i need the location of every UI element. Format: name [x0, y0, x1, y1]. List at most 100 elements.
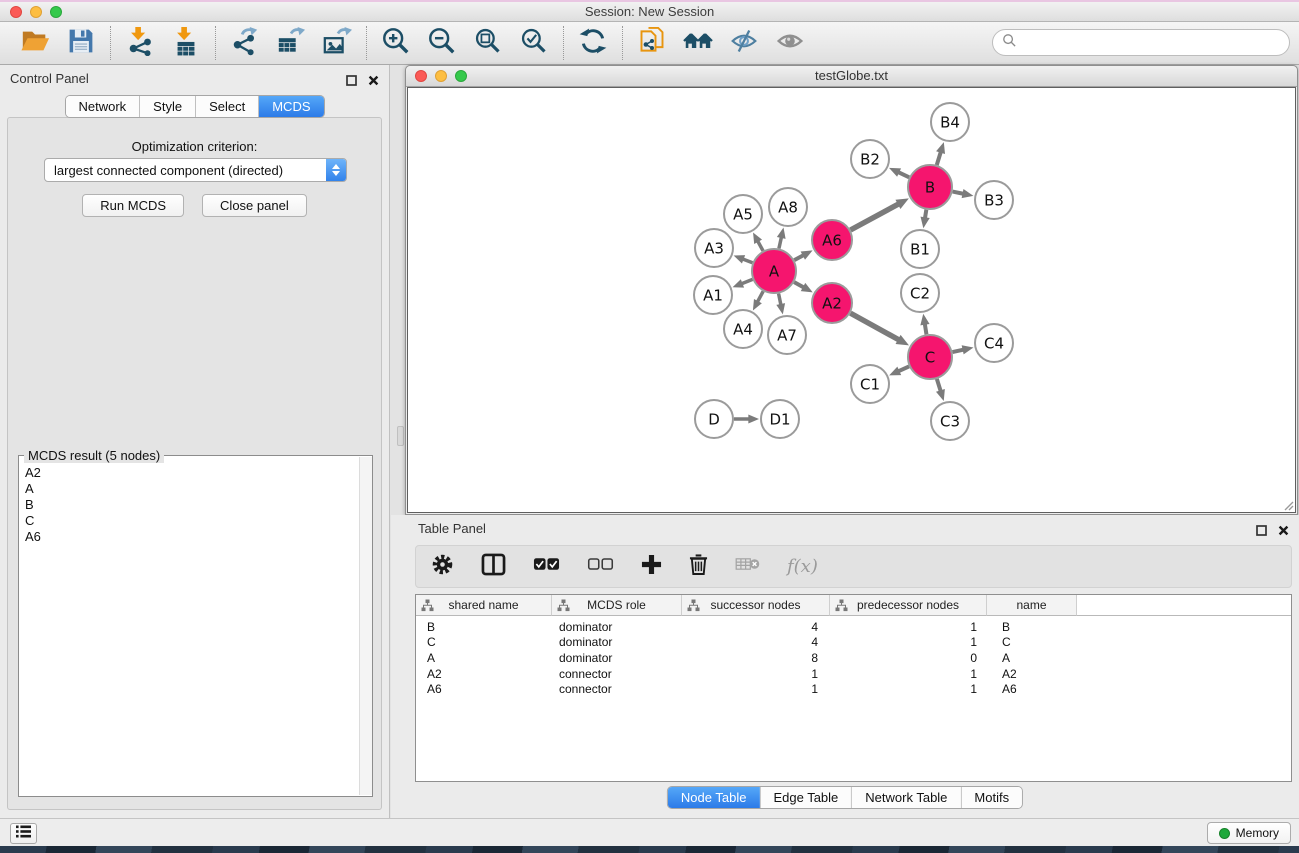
- table-row[interactable]: A2connector11A2: [416, 666, 1291, 682]
- result-item[interactable]: B: [25, 497, 372, 513]
- network-window-titlebar[interactable]: testGlobe.txt: [406, 66, 1297, 87]
- column-header-mcds-role[interactable]: MCDS role: [552, 595, 682, 616]
- result-item[interactable]: C: [25, 513, 372, 529]
- table-toolbar: f(x): [415, 545, 1292, 588]
- delete-table-button[interactable]: [735, 556, 760, 577]
- graph-arrowhead-icon: [734, 255, 746, 263]
- zoom-in-button[interactable]: [380, 27, 412, 59]
- selected-criterion: largest connected component (directed): [45, 163, 326, 178]
- zoom-fit-icon: [474, 27, 502, 60]
- search-icon: [1002, 33, 1017, 53]
- result-item[interactable]: A: [25, 481, 372, 497]
- table-row[interactable]: Cdominator41C: [416, 635, 1291, 651]
- eye-slash-icon: [729, 27, 759, 60]
- table-row[interactable]: Adominator80A: [416, 650, 1291, 666]
- tab-motifs[interactable]: Motifs: [961, 787, 1022, 808]
- import-network-button[interactable]: [124, 27, 156, 59]
- graph-node-label: D1: [769, 410, 790, 428]
- network-canvas[interactable]: B4B2BB3A8A5A6A3B1AC2A1A2A4A7C4CC1DD1C3: [407, 87, 1296, 513]
- zoom-in-icon: [381, 26, 411, 61]
- graph-edge-C-C3[interactable]: [937, 379, 941, 392]
- search-input[interactable]: [992, 29, 1290, 56]
- mcds-result-list: A2 A B C A6: [19, 456, 372, 545]
- hide-elements-button[interactable]: [728, 27, 760, 59]
- network-minimize-button[interactable]: [435, 70, 447, 82]
- column-header-successor-nodes[interactable]: successor nodes: [682, 595, 830, 616]
- graph-node-label: C1: [860, 375, 880, 393]
- graph-node-label: C2: [910, 284, 930, 302]
- network-graph: B4B2BB3A8A5A6A3B1AC2A1A2A4A7C4CC1DD1C3: [408, 88, 1297, 514]
- add-column-button[interactable]: [641, 554, 662, 580]
- zoom-out-button[interactable]: [426, 27, 458, 59]
- column-header-name[interactable]: name: [987, 595, 1077, 616]
- plus-icon: [641, 562, 662, 579]
- new-network-from-selection-button[interactable]: [636, 27, 668, 59]
- open-folder-icon: [20, 26, 50, 61]
- result-scrollbar[interactable]: [359, 457, 372, 795]
- table-settings-button[interactable]: [431, 553, 454, 581]
- delete-table-icon: [735, 559, 760, 576]
- column-header-predecessor-nodes[interactable]: predecessor nodes: [830, 595, 987, 616]
- run-mcds-button[interactable]: Run MCDS: [82, 194, 184, 217]
- network-view-window: testGlobe.txt B4B2BB3A8A5A6A3B1AC2A1A2A4…: [405, 65, 1298, 515]
- tab-edge-table[interactable]: Edge Table: [760, 787, 852, 808]
- network-window-title: testGlobe.txt: [406, 66, 1297, 86]
- table-row[interactable]: Bdominator41B: [416, 619, 1291, 635]
- network-zoom-button[interactable]: [455, 70, 467, 82]
- unselect-all-button[interactable]: [587, 557, 614, 576]
- column-type-icon: [557, 599, 570, 615]
- result-item[interactable]: A2: [25, 465, 372, 481]
- tab-network-table[interactable]: Network Table: [852, 787, 961, 808]
- export-image-button[interactable]: [321, 27, 353, 59]
- column-type-icon: [687, 599, 700, 615]
- graph-node-label: A4: [733, 320, 753, 338]
- select-all-button[interactable]: [533, 557, 560, 576]
- open-session-button[interactable]: [19, 27, 51, 59]
- homes-button[interactable]: [682, 27, 714, 59]
- panel-splitter-grip[interactable]: [397, 426, 404, 446]
- task-history-button[interactable]: [10, 823, 37, 844]
- tab-style[interactable]: Style: [140, 96, 196, 117]
- result-item[interactable]: A6: [25, 529, 372, 545]
- optimization-criterion-select[interactable]: largest connected component (directed): [44, 158, 347, 182]
- zoom-fit-button[interactable]: [472, 27, 504, 59]
- select-stepper-icon: [326, 158, 346, 182]
- tab-node-table[interactable]: Node Table: [668, 787, 761, 808]
- import-table-button[interactable]: [170, 27, 202, 59]
- close-panel-icon[interactable]: [368, 73, 379, 91]
- memory-button[interactable]: Memory: [1207, 822, 1291, 844]
- table-row[interactable]: A6connector11A6: [416, 681, 1291, 697]
- zoom-selected-icon: [520, 27, 548, 60]
- resize-grip-icon[interactable]: [1282, 499, 1294, 511]
- float-panel-icon[interactable]: [346, 73, 357, 91]
- show-elements-button[interactable]: [774, 27, 806, 59]
- graph-edge-A2-C[interactable]: [850, 313, 899, 340]
- graph-arrowhead-icon: [921, 217, 930, 229]
- network-close-button[interactable]: [415, 70, 427, 82]
- column-header-shared-name[interactable]: shared name: [416, 595, 552, 616]
- export-network-button[interactable]: [229, 27, 261, 59]
- new-network-doc-icon: [638, 27, 666, 60]
- graph-arrowhead-icon: [776, 303, 785, 314]
- show-columns-button[interactable]: [481, 553, 506, 581]
- table-tabs: Node Table Edge Table Network Table Moti…: [667, 786, 1023, 809]
- save-session-button[interactable]: [65, 27, 97, 59]
- export-table-button[interactable]: [275, 27, 307, 59]
- tab-select[interactable]: Select: [196, 96, 259, 117]
- tab-network[interactable]: Network: [65, 96, 140, 117]
- homes-icon: [682, 27, 714, 60]
- columns-icon: [481, 563, 506, 580]
- apply-layout-button[interactable]: [577, 27, 609, 59]
- graph-edge-A6-B[interactable]: [850, 203, 899, 230]
- zoom-selected-button[interactable]: [518, 27, 550, 59]
- close-table-panel-icon[interactable]: [1278, 523, 1289, 541]
- memory-label: Memory: [1236, 826, 1279, 840]
- close-panel-button[interactable]: Close panel: [202, 194, 307, 217]
- float-table-panel-icon[interactable]: [1256, 523, 1267, 541]
- tab-mcds[interactable]: MCDS: [259, 96, 323, 117]
- column-type-icon: [421, 599, 434, 615]
- graph-node-label: A8: [778, 198, 798, 216]
- graph-edge-B-B4[interactable]: [937, 151, 941, 165]
- delete-columns-button[interactable]: [689, 553, 708, 581]
- function-builder-button[interactable]: f(x): [787, 556, 818, 577]
